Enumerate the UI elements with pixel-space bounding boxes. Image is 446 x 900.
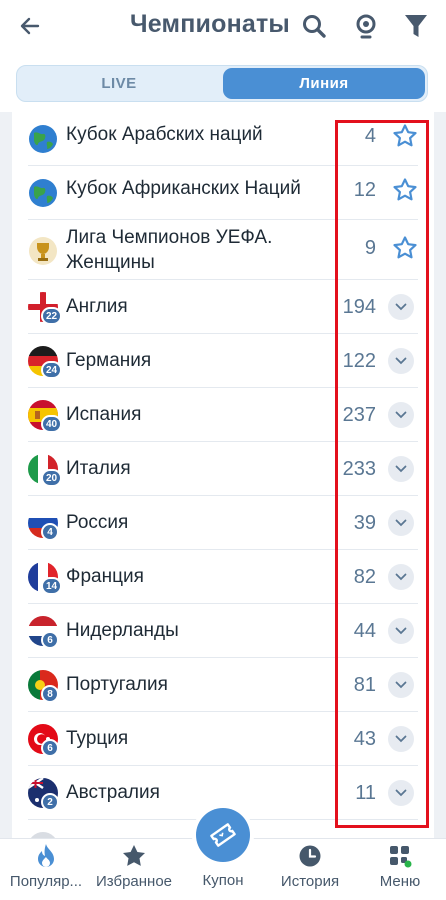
tab-live[interactable]: LIVE xyxy=(19,68,219,99)
competition-name: Лига Чемпионов УЕФА. Женщины xyxy=(66,227,273,273)
tabs-bar: LIVE Линия xyxy=(0,52,446,112)
flag-turkey-icon: 6 xyxy=(28,724,59,757)
flag-spain-icon: 40 xyxy=(28,400,63,433)
league-count-badge: 6 xyxy=(41,631,59,649)
grid-icon xyxy=(387,843,413,869)
competition-name: Австралия xyxy=(66,782,160,803)
nav-label: Избранное xyxy=(95,873,173,890)
filter-button[interactable] xyxy=(400,10,432,42)
flag-portugal-icon: 8 xyxy=(28,670,59,703)
flag-australia-icon: 2 xyxy=(28,778,59,811)
flag-italy-icon: 20 xyxy=(28,454,63,487)
search-button[interactable] xyxy=(298,10,330,42)
live-stream-button[interactable] xyxy=(350,10,382,42)
tab-switcher: LIVE Линия xyxy=(16,65,428,102)
flame-icon xyxy=(33,843,59,869)
nav-label: Меню xyxy=(379,873,421,890)
broadcast-icon xyxy=(356,14,376,39)
competition-name: Кубок Арабских наций xyxy=(66,124,263,145)
competition-name: Португалия xyxy=(66,674,168,695)
league-count-badge: 4 xyxy=(41,523,59,541)
page-title: Чемпионаты xyxy=(130,10,290,38)
league-count-badge: 14 xyxy=(41,577,63,595)
back-button[interactable] xyxy=(14,10,46,42)
globe-icon xyxy=(28,124,58,154)
nav-popular[interactable]: Популяр... xyxy=(0,839,92,900)
flag-france-icon: 14 xyxy=(28,562,63,595)
search-icon xyxy=(303,15,326,38)
flag-netherlands-icon: 6 xyxy=(28,616,59,649)
league-count-badge: 8 xyxy=(41,685,59,703)
app-header: Чемпионаты xyxy=(0,0,446,52)
competition-name: Германия xyxy=(66,350,152,371)
competition-name: Франция xyxy=(66,566,144,587)
nav-label: Популяр... xyxy=(9,873,83,890)
flag-germany-icon: 24 xyxy=(28,346,63,379)
competition-name: Нидерланды xyxy=(66,620,179,641)
highlight-rectangle xyxy=(335,120,429,828)
nav-favorites[interactable]: Избранное xyxy=(88,839,180,900)
nav-history[interactable]: История xyxy=(258,839,362,900)
league-count-badge: 6 xyxy=(41,739,59,757)
flag-england-icon: 22 xyxy=(28,292,63,325)
coupon-button[interactable] xyxy=(196,808,250,862)
league-count-badge: 40 xyxy=(41,415,63,433)
competition-name: Англия xyxy=(66,296,128,317)
league-count-badge: 20 xyxy=(41,469,63,487)
filter-icon xyxy=(405,15,427,37)
competition-name: Турция xyxy=(66,728,129,749)
competition-name: Испания xyxy=(66,404,142,425)
tab-line[interactable]: Линия xyxy=(223,68,425,99)
trophy-icon xyxy=(28,236,58,266)
clock-icon xyxy=(297,843,323,869)
competition-name: Кубок Африканских Наций xyxy=(66,178,301,199)
star-icon xyxy=(121,843,147,869)
league-count-badge: 2 xyxy=(41,793,59,811)
nav-label: История xyxy=(280,873,340,890)
ticket-icon xyxy=(210,823,236,847)
competition-name: Россия xyxy=(66,512,129,533)
flag-russia-icon: 4 xyxy=(28,508,59,541)
arrow-left-icon xyxy=(20,17,40,35)
competition-name: Италия xyxy=(66,458,131,479)
league-count-badge: 24 xyxy=(41,361,63,379)
nav-coupon-label: Купон xyxy=(202,872,244,889)
globe-icon xyxy=(28,178,58,208)
league-count-badge: 22 xyxy=(41,307,63,325)
nav-menu[interactable]: Меню xyxy=(360,839,440,900)
